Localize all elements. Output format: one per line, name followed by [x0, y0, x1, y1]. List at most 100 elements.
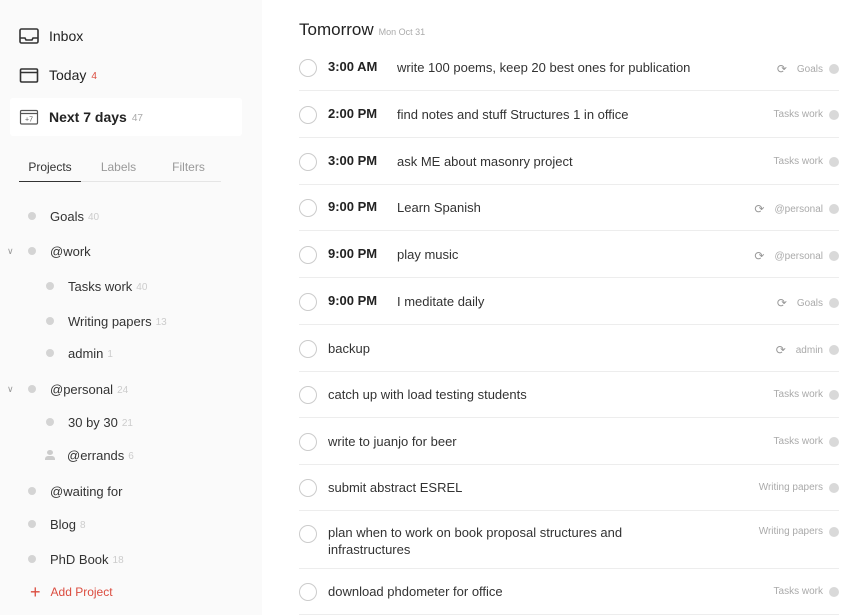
- repeat-icon: ⟳: [776, 296, 787, 310]
- task-project-tag[interactable]: Tasks work: [774, 436, 839, 447]
- project-color-dot: [28, 385, 36, 393]
- sidebar-item-next-7-days[interactable]: +7 Next 7 days 47: [10, 98, 242, 136]
- task-project-tag[interactable]: Tasks work: [774, 586, 839, 597]
- task-project-name: admin: [795, 344, 823, 356]
- calendar-week-icon: +7: [19, 109, 39, 125]
- task-project-tag[interactable]: ⟳ Goals: [777, 62, 839, 76]
- task-row[interactable]: plan when to work on book proposal struc…: [299, 511, 839, 569]
- sidebar-item-label: Inbox: [49, 28, 84, 44]
- task-checkbox[interactable]: [299, 199, 317, 217]
- task-checkbox[interactable]: [299, 525, 317, 543]
- project-label: Blog: [50, 516, 77, 532]
- task-checkbox[interactable]: [299, 59, 317, 77]
- task-project-name: Tasks work: [773, 109, 823, 120]
- task-row[interactable]: catch up with load testing students Tasks…: [299, 372, 839, 418]
- chevron-down-icon[interactable]: ∨: [7, 384, 14, 395]
- task-checkbox[interactable]: [299, 153, 317, 171]
- project-color-dot: [829, 586, 839, 597]
- sidebar-project-phd-book[interactable]: PhD Book 18: [28, 548, 124, 570]
- task-content[interactable]: download phdometer for office: [328, 583, 748, 600]
- task-row[interactable]: 3:00 AM write 100 poems, keep 20 best one…: [299, 44, 839, 91]
- repeat-icon: ⟳: [776, 62, 787, 76]
- task-content[interactable]: find notes and stuff Structures 1 in off…: [397, 106, 817, 123]
- task-content[interactable]: submit abstract ESREL: [328, 479, 748, 496]
- task-row[interactable]: 9:00 PM I meditate daily ⟳ Goals: [299, 278, 839, 325]
- task-row[interactable]: submit abstract ESREL Writing papers: [299, 465, 839, 511]
- project-color-dot: [829, 204, 839, 214]
- sidebar-project-errands[interactable]: @errands 6: [45, 444, 134, 466]
- task-project-name: Tasks work: [773, 586, 823, 597]
- task-content[interactable]: catch up with load testing students: [328, 386, 748, 403]
- task-content[interactable]: backup: [328, 340, 748, 357]
- sidebar-project-admin[interactable]: admin 1: [46, 342, 113, 364]
- sidebar-project-waiting-for[interactable]: @waiting for: [28, 480, 122, 502]
- task-project-tag[interactable]: Writing papers: [759, 482, 839, 493]
- project-label: admin: [68, 345, 104, 361]
- task-row[interactable]: backup ⟳ admin: [299, 325, 839, 372]
- main-content: Tomorrow Mon Oct 31 3:00 AM write 100 poe…: [262, 0, 850, 615]
- task-row[interactable]: 3:00 PM ask ME about masonry project Tasks…: [299, 138, 839, 185]
- sidebar-item-inbox[interactable]: Inbox: [10, 17, 242, 55]
- page-title: Tomorrow: [299, 20, 374, 39]
- project-color-dot: [28, 212, 36, 220]
- project-label: @personal: [50, 381, 114, 397]
- sidebar-project-work[interactable]: @work: [28, 240, 91, 262]
- task-content[interactable]: I meditate daily: [397, 293, 817, 310]
- task-project-name: Tasks work: [773, 156, 823, 167]
- sidebar-project-blog[interactable]: Blog 8: [28, 513, 86, 535]
- task-checkbox[interactable]: [299, 583, 317, 601]
- person-icon: [45, 450, 55, 460]
- task-checkbox[interactable]: [299, 386, 317, 404]
- task-content[interactable]: write to juanjo for beer: [328, 433, 748, 450]
- task-checkbox[interactable]: [299, 340, 317, 358]
- task-checkbox[interactable]: [299, 246, 317, 264]
- task-row[interactable]: 2:00 PM find notes and stuff Structures 1…: [299, 91, 839, 138]
- project-color-dot: [46, 418, 54, 426]
- sidebar-project-personal[interactable]: @personal 24: [28, 378, 128, 400]
- task-checkbox[interactable]: [299, 433, 317, 451]
- sidebar-item-label: Next 7 days: [49, 109, 127, 125]
- project-count: 24: [117, 384, 129, 396]
- project-color-dot: [829, 156, 839, 167]
- calendar-icon: [19, 67, 39, 83]
- task-project-tag[interactable]: Tasks work: [774, 109, 839, 120]
- task-row[interactable]: download phdometer for office Tasks work: [299, 569, 839, 615]
- tab-filters[interactable]: Filters: [156, 154, 221, 181]
- task-project-name: Goals: [796, 63, 823, 75]
- task-project-name: Tasks work: [773, 436, 823, 447]
- tab-labels[interactable]: Labels: [81, 154, 156, 181]
- sidebar-project-tasks-work[interactable]: Tasks work 40: [46, 275, 147, 297]
- sidebar-project-goals[interactable]: Goals 40: [28, 205, 99, 227]
- next7-icon-text: +7: [25, 117, 33, 124]
- project-color-dot: [829, 526, 839, 537]
- task-project-tag[interactable]: Writing papers: [759, 526, 839, 537]
- chevron-down-icon[interactable]: ∨: [7, 246, 14, 257]
- project-color-dot: [829, 298, 839, 308]
- task-project-tag[interactable]: ⟳ Goals: [777, 296, 839, 310]
- task-row[interactable]: write to juanjo for beer Tasks work: [299, 418, 839, 465]
- task-row[interactable]: 9:00 PM play music ⟳ @personal: [299, 231, 839, 278]
- sidebar-project-30-by-30[interactable]: 30 by 30 21: [46, 411, 133, 433]
- task-content[interactable]: plan when to work on book proposal struc…: [328, 524, 673, 558]
- task-project-tag[interactable]: Tasks work: [774, 389, 839, 400]
- repeat-icon: ⟳: [775, 343, 786, 357]
- sidebar-item-today[interactable]: Today 4: [10, 56, 242, 94]
- task-project-tag[interactable]: ⟳ admin: [776, 343, 839, 357]
- project-color-dot: [46, 317, 54, 325]
- add-project-label: Add Project: [50, 585, 113, 599]
- task-project-tag[interactable]: ⟳ @personal: [754, 202, 839, 216]
- task-checkbox[interactable]: [299, 479, 317, 497]
- task-content[interactable]: ask ME about masonry project: [397, 153, 817, 170]
- task-project-name: Tasks work: [773, 389, 823, 400]
- task-project-tag[interactable]: Tasks work: [774, 156, 839, 167]
- task-checkbox[interactable]: [299, 106, 317, 124]
- add-project-button[interactable]: + Add Project: [30, 583, 113, 601]
- tab-projects[interactable]: Projects: [19, 154, 81, 182]
- sidebar-project-writing-papers[interactable]: Writing papers 13: [46, 310, 167, 332]
- task-checkbox[interactable]: [299, 293, 317, 311]
- task-content[interactable]: write 100 poems, keep 20 best ones for p…: [397, 59, 817, 76]
- task-row[interactable]: 9:00 PM Learn Spanish ⟳ @personal: [299, 185, 839, 231]
- task-project-tag[interactable]: ⟳ @personal: [754, 249, 839, 263]
- task-time: 9:00 PM: [328, 199, 378, 214]
- task-time: 2:00 PM: [328, 106, 378, 121]
